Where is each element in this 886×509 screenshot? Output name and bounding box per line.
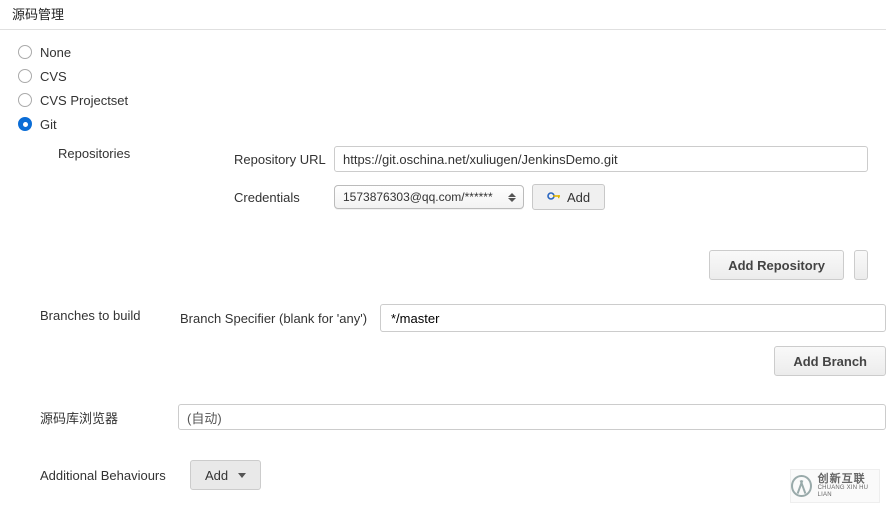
additional-behaviours-row: Additional Behaviours Add [0, 460, 886, 490]
add-credential-label: Add [567, 190, 590, 205]
repo-browser-select[interactable]: (自动) [178, 404, 886, 430]
repo-browser-label: 源码库浏览器 [40, 408, 178, 427]
scm-option-cvs-projectset[interactable]: CVS Projectset [18, 88, 868, 112]
watermark-logo: 创新互联 CHUANG XIN HU LIAN [790, 469, 880, 503]
branches-block: Branches to build Branch Specifier (blan… [0, 304, 886, 376]
add-repository-button[interactable]: Add Repository [709, 250, 844, 280]
branch-specifier-row: Branch Specifier (blank for 'any') [40, 304, 886, 332]
repository-url-row: Repository URL [234, 146, 868, 172]
scm-option-label: CVS Projectset [40, 93, 128, 108]
add-credential-button[interactable]: Add [532, 184, 605, 210]
credentials-label: Credentials [234, 190, 334, 205]
scm-radio-group: None CVS CVS Projectset Git Repositories… [0, 30, 886, 280]
logo-icon [791, 475, 812, 497]
repository-url-input[interactable] [334, 146, 868, 172]
scm-option-label: CVS [40, 69, 67, 84]
credentials-selected-value: 1573876303@qq.com/****** [334, 185, 524, 209]
repositories-label: Repositories [58, 146, 130, 161]
radio-icon-selected [18, 117, 32, 131]
repository-url-label: Repository URL [234, 152, 334, 167]
radio-icon [18, 93, 32, 107]
radio-icon [18, 69, 32, 83]
branches-label: Branches to build [40, 308, 140, 323]
add-behaviour-button[interactable]: Add [190, 460, 261, 490]
scm-option-cvs[interactable]: CVS [18, 64, 868, 88]
credentials-select[interactable]: 1573876303@qq.com/****** [334, 185, 524, 209]
radio-icon [18, 45, 32, 59]
repository-actions: Add Repository [54, 250, 868, 280]
repository-extra-button[interactable] [854, 250, 868, 280]
branch-specifier-input[interactable] [380, 304, 886, 332]
scm-option-label: None [40, 45, 71, 60]
scm-option-none[interactable]: None [18, 40, 868, 64]
logo-text: 创新互联 CHUANG XIN HU LIAN [818, 473, 879, 498]
additional-behaviours-label: Additional Behaviours [40, 468, 178, 483]
repo-browser-row: 源码库浏览器 (自动) [0, 404, 886, 430]
branch-specifier-label: Branch Specifier (blank for 'any') [180, 311, 380, 326]
section-header: 源码管理 [0, 0, 886, 30]
chevron-down-icon [238, 473, 246, 478]
key-icon [547, 190, 561, 205]
updown-icon [504, 187, 520, 207]
scm-option-label: Git [40, 117, 57, 132]
git-config-area: Repositories Repository URL Credentials … [18, 146, 868, 280]
add-branch-button[interactable]: Add Branch [774, 346, 886, 376]
scm-option-git[interactable]: Git [18, 112, 868, 136]
credentials-row: Credentials 1573876303@qq.com/****** Add [234, 184, 868, 210]
